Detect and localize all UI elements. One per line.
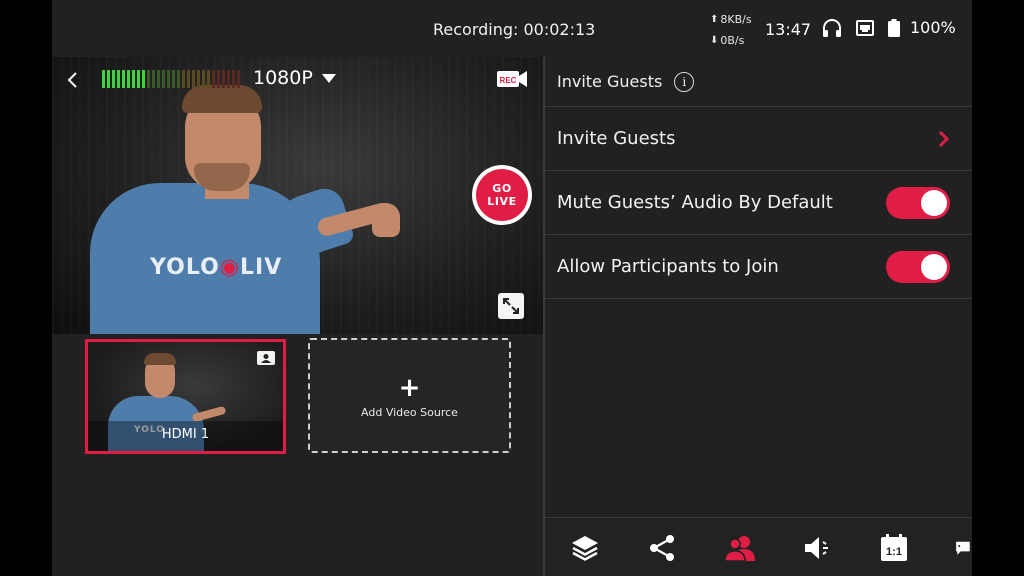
recording-timer: Recording: 00:02:13 — [433, 20, 596, 39]
mute-guests-audio-label: Mute Guests’ Audio By Default — [557, 192, 833, 213]
speaker-icon — [805, 537, 828, 559]
allow-participants-label: Allow Participants to Join — [557, 256, 779, 277]
level-bar — [157, 70, 160, 88]
level-bar — [152, 70, 155, 88]
level-bar — [107, 70, 110, 88]
level-bar — [147, 70, 150, 88]
level-bar — [137, 70, 140, 88]
battery-percent: 100% — [910, 18, 956, 37]
battery-icon — [888, 18, 900, 37]
clock: 13:47 — [765, 20, 812, 39]
video-preview[interactable]: YOLO◉LIV 1080P REC GO LIVE — [52, 57, 543, 334]
source-label: HDMI 1 — [88, 421, 283, 451]
resolution-label: 1080P — [253, 67, 313, 89]
bottom-toolbar: 1:1 — [545, 517, 972, 576]
audio-button[interactable] — [800, 531, 834, 565]
level-bar — [142, 70, 145, 88]
back-button[interactable] — [64, 69, 80, 91]
guests-panel: Invite Guests i Invite Guests Mute Guest… — [545, 57, 972, 517]
share-icon — [650, 535, 674, 561]
level-bar — [222, 70, 225, 88]
chevron-left-icon — [67, 72, 77, 88]
mute-guests-audio-toggle[interactable] — [886, 186, 950, 219]
camera-source-icon — [257, 351, 275, 365]
level-bar — [232, 70, 235, 88]
invite-guests-row[interactable]: Invite Guests — [545, 107, 972, 171]
level-bar — [212, 70, 215, 88]
level-bar — [207, 70, 210, 88]
level-bar — [127, 70, 130, 88]
level-bar — [182, 70, 185, 88]
level-bar — [187, 70, 190, 88]
level-bar — [132, 70, 135, 88]
allow-participants-toggle[interactable] — [886, 250, 950, 283]
guests-button[interactable] — [723, 531, 757, 565]
add-video-source-button[interactable]: + Add Video Source — [308, 338, 511, 453]
invite-guests-label: Invite Guests — [557, 128, 676, 149]
status-bar: Recording: 00:02:13 ⬆ 8KB/s ⬇ 0B/s 13:47 1… — [52, 0, 972, 57]
level-bar — [167, 70, 170, 88]
level-bar — [227, 70, 230, 88]
comment-icon — [956, 541, 970, 555]
shirt-logo: YOLO◉LIV — [150, 255, 283, 280]
level-bar — [172, 70, 175, 88]
upload-rate: ⬆ 8KB/s — [710, 9, 752, 30]
video-source-hdmi[interactable]: YOLO HDMI 1 — [85, 339, 286, 454]
aspect-ratio-icon: 1:1 — [881, 534, 907, 561]
level-bar — [102, 70, 105, 88]
headphones-icon — [822, 18, 842, 37]
guests-icon — [724, 536, 755, 562]
share-button[interactable] — [645, 531, 679, 565]
level-bar — [162, 70, 165, 88]
layers-button[interactable] — [568, 531, 602, 565]
expand-arrows-icon — [503, 298, 519, 314]
level-bar — [192, 70, 195, 88]
resolution-selector[interactable]: 1080P — [253, 67, 336, 89]
caret-down-icon — [321, 73, 336, 83]
level-bar — [202, 70, 205, 88]
level-bar — [217, 70, 220, 88]
rec-camera-icon: REC — [497, 71, 527, 87]
level-bar — [237, 70, 240, 88]
mute-guests-audio-row: Mute Guests’ Audio By Default — [545, 171, 972, 235]
aspect-ratio-button[interactable]: 1:1 — [877, 531, 911, 565]
ethernet-icon — [856, 19, 874, 36]
status-icons: 100% — [822, 18, 970, 37]
presenter-figure: YOLO◉LIV — [82, 83, 402, 334]
download-rate: ⬇ 0B/s — [710, 30, 752, 51]
plus-icon: + — [398, 373, 421, 403]
level-bar — [112, 70, 115, 88]
info-icon[interactable]: i — [674, 71, 695, 92]
go-live-button[interactable]: GO LIVE — [472, 165, 532, 225]
level-bar — [117, 70, 120, 88]
level-bar — [122, 70, 125, 88]
fullscreen-button[interactable] — [498, 293, 524, 319]
level-bar — [197, 70, 200, 88]
comments-button[interactable] — [955, 531, 972, 565]
upload-arrow-icon: ⬆ — [710, 14, 719, 25]
level-bar — [177, 70, 180, 88]
download-arrow-icon: ⬇ — [710, 35, 719, 46]
add-video-source-label: Add Video Source — [361, 406, 458, 419]
panel-title: Invite Guests — [557, 72, 663, 91]
network-rates: ⬆ 8KB/s ⬇ 0B/s — [710, 9, 752, 51]
allow-participants-row: Allow Participants to Join — [545, 235, 972, 299]
panel-header: Invite Guests i — [545, 57, 972, 107]
record-button[interactable]: REC — [497, 69, 527, 93]
app-window: Recording: 00:02:13 ⬆ 8KB/s ⬇ 0B/s 13:47 1… — [52, 0, 972, 576]
svg-text:1:1: 1:1 — [886, 546, 902, 558]
audio-level-meter — [102, 70, 240, 88]
svg-text:REC: REC — [500, 76, 517, 85]
chevron-right-icon — [938, 130, 950, 147]
layers-icon — [572, 536, 598, 561]
